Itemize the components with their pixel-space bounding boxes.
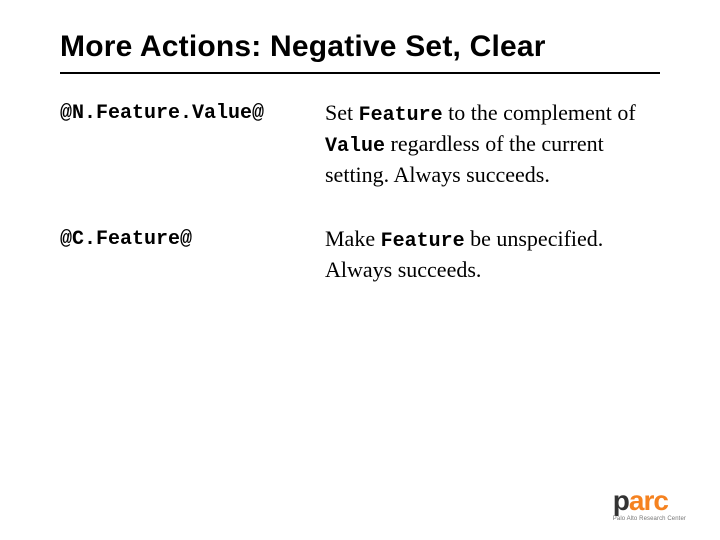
logo-subtitle: Palo Alto Research Center: [613, 516, 686, 522]
slide-title: More Actions: Negative Set, Clear: [60, 30, 670, 64]
title-rule: [60, 72, 660, 74]
definition-row: @C.Feature@ Make Feature be unspecified.…: [60, 224, 670, 286]
slide: More Actions: Negative Set, Clear @N.Fea…: [0, 0, 720, 540]
desc-text: Set: [325, 100, 359, 125]
desc-text: to the complement of: [443, 100, 636, 125]
desc-keyword: Feature: [381, 230, 465, 253]
syntax-code: @N.Feature.Value@: [60, 98, 325, 128]
logo-letters-arc: arc: [629, 485, 668, 516]
syntax-code: @C.Feature@: [60, 224, 325, 254]
logo-text: parc: [613, 487, 686, 515]
syntax-description: Make Feature be unspecified. Always succ…: [325, 224, 670, 286]
syntax-description: Set Feature to the complement of Value r…: [325, 98, 670, 190]
logo-letter-p: p: [613, 485, 629, 516]
desc-text: Make: [325, 226, 381, 251]
desc-keyword: Feature: [359, 104, 443, 127]
desc-keyword: Value: [325, 135, 385, 158]
parc-logo: parc Palo Alto Research Center: [613, 487, 686, 522]
definition-row: @N.Feature.Value@ Set Feature to the com…: [60, 98, 670, 190]
